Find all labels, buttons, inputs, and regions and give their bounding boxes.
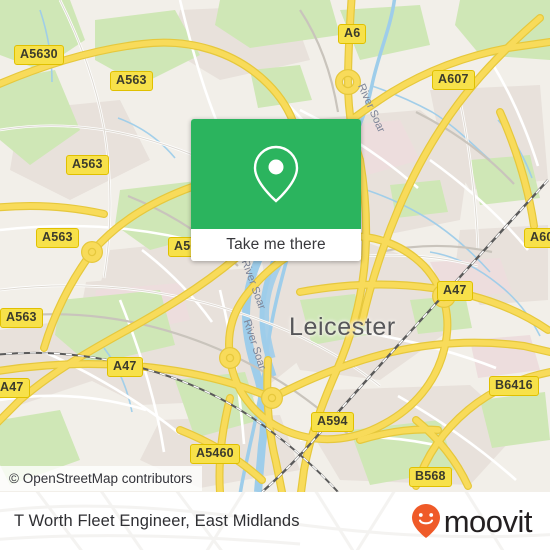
road-shield-a47: A47 <box>437 281 473 301</box>
city-label-leicester: Leicester <box>289 313 396 341</box>
take-me-there-popup[interactable]: Take me there <box>191 119 361 261</box>
map-pin-icon <box>253 145 299 203</box>
road-shield-a594: A594 <box>311 412 354 432</box>
road-shield-a563: A563 <box>66 155 109 175</box>
moovit-logo[interactable]: moovit <box>411 492 533 550</box>
osm-attribution-text: © OpenStreetMap contributors <box>9 471 193 486</box>
osm-attribution[interactable]: © OpenStreetMap contributors <box>0 466 203 491</box>
road-shield-a47: A47 <box>107 357 143 377</box>
place-title: T Worth Fleet Engineer, East Midlands <box>14 492 300 550</box>
place-title-text: T Worth Fleet Engineer, East Midlands <box>14 511 300 530</box>
road-shield-a47: A47 <box>0 378 30 398</box>
popup-icon-area <box>191 119 361 229</box>
road-shield-a563: A563 <box>110 71 153 91</box>
map-page: A5630A563A563A563A563A563A6A607A6030A47A… <box>0 0 550 550</box>
road-shield-a6: A6 <box>338 24 367 44</box>
road-shield-a5460: A5460 <box>190 444 240 464</box>
road-shield-a5630: A5630 <box>14 45 64 65</box>
road-shield-b6416: B6416 <box>489 376 539 396</box>
footer-bar: T Worth Fleet Engineer, East Midlands mo… <box>0 492 550 550</box>
map-canvas[interactable]: A5630A563A563A563A563A563A6A607A6030A47A… <box>0 0 550 492</box>
popup-action-area[interactable]: Take me there <box>191 229 361 261</box>
road-shield-a6030: A6030 <box>524 228 550 248</box>
road-shield-a563: A563 <box>36 228 79 248</box>
take-me-there-label: Take me there <box>226 236 326 253</box>
road-shield-a607: A607 <box>432 70 475 90</box>
moovit-pin-smile-icon <box>411 504 440 538</box>
road-shield-a563: A563 <box>0 308 43 328</box>
moovit-wordmark: moovit <box>443 503 533 539</box>
road-shield-b568: B568 <box>409 467 452 487</box>
